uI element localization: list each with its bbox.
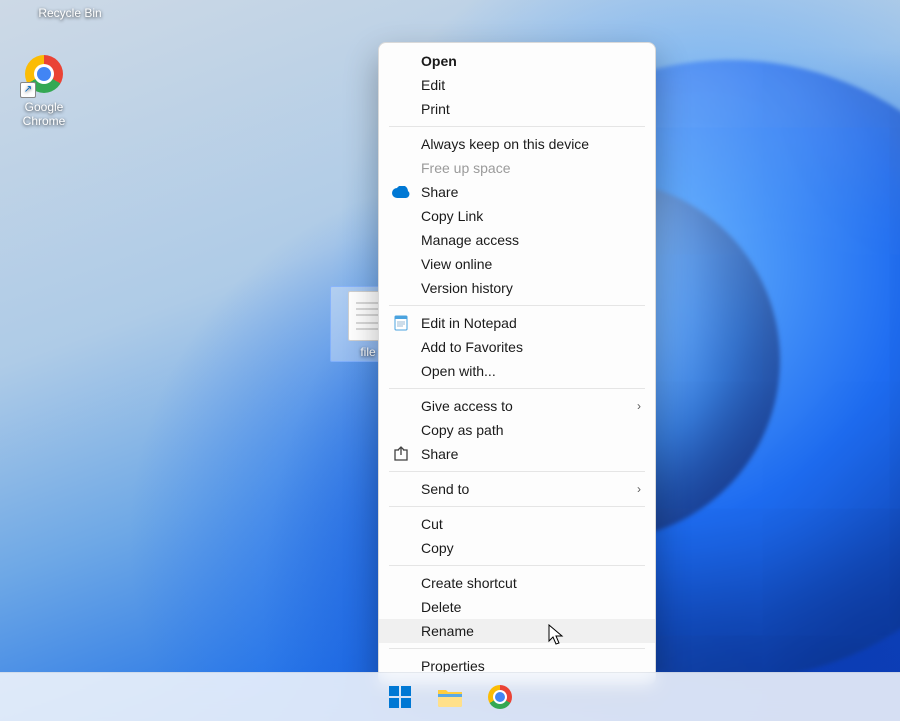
windows-logo-icon	[389, 686, 411, 708]
menu-item-open[interactable]: Open	[379, 49, 655, 73]
menu-item-label: Copy	[421, 540, 454, 556]
menu-item-edit-notepad[interactable]: Edit in Notepad	[379, 311, 655, 335]
menu-item-label: Delete	[421, 599, 461, 615]
menu-item-manage-access[interactable]: Manage access	[379, 228, 655, 252]
menu-separator	[389, 506, 645, 507]
desktop-icon-recycle-bin[interactable]: Recycle Bin	[32, 0, 108, 20]
menu-item-label: Send to	[421, 481, 469, 497]
menu-item-label: Cut	[421, 516, 443, 532]
menu-item-onedrive-share[interactable]: Share	[379, 180, 655, 204]
taskbar-chrome[interactable]	[480, 677, 520, 717]
menu-separator	[389, 388, 645, 389]
menu-item-free-up-space: Free up space	[379, 156, 655, 180]
menu-item-label: View online	[421, 256, 492, 272]
desktop-icon-label: Google Chrome	[6, 100, 82, 129]
menu-item-label: Free up space	[421, 160, 511, 176]
menu-item-label: Edit	[421, 77, 445, 93]
menu-item-copy-link[interactable]: Copy Link	[379, 204, 655, 228]
menu-separator	[389, 126, 645, 127]
menu-item-label: Version history	[421, 280, 513, 296]
menu-item-label: Give access to	[421, 398, 513, 414]
menu-item-label: Always keep on this device	[421, 136, 589, 152]
menu-item-edit[interactable]: Edit	[379, 73, 655, 97]
menu-item-delete[interactable]: Delete	[379, 595, 655, 619]
menu-item-view-online[interactable]: View online	[379, 252, 655, 276]
menu-item-open-with[interactable]: Open with...	[379, 359, 655, 383]
menu-item-label: Share	[421, 446, 458, 462]
chevron-right-icon: ›	[637, 482, 641, 496]
menu-item-label: Create shortcut	[421, 575, 517, 591]
menu-separator	[389, 648, 645, 649]
menu-item-add-favorites[interactable]: Add to Favorites	[379, 335, 655, 359]
menu-item-label: Add to Favorites	[421, 339, 523, 355]
desktop-icon-chrome[interactable]: ↗ Google Chrome	[6, 52, 82, 129]
share-icon	[391, 444, 411, 464]
menu-item-label: Open	[421, 53, 457, 69]
menu-item-create-shortcut[interactable]: Create shortcut	[379, 571, 655, 595]
onedrive-icon	[391, 182, 411, 202]
menu-separator	[389, 471, 645, 472]
taskbar-file-explorer[interactable]	[430, 677, 470, 717]
menu-item-system-share[interactable]: Share	[379, 442, 655, 466]
taskbar	[0, 672, 900, 721]
start-button[interactable]	[380, 677, 420, 717]
shortcut-overlay-icon: ↗	[20, 82, 36, 98]
menu-item-copy-as-path[interactable]: Copy as path	[379, 418, 655, 442]
menu-item-send-to[interactable]: Send to ›	[379, 477, 655, 501]
file-explorer-icon	[437, 686, 463, 708]
notepad-icon	[391, 313, 411, 333]
menu-item-label: Copy Link	[421, 208, 483, 224]
chevron-right-icon: ›	[637, 399, 641, 413]
recycle-bin-icon	[48, 0, 92, 2]
menu-item-version-history[interactable]: Version history	[379, 276, 655, 300]
menu-item-cut[interactable]: Cut	[379, 512, 655, 536]
menu-item-label: Rename	[421, 623, 474, 639]
menu-item-label: Open with...	[421, 363, 496, 379]
menu-item-give-access-to[interactable]: Give access to ›	[379, 394, 655, 418]
menu-separator	[389, 305, 645, 306]
menu-item-copy[interactable]: Copy	[379, 536, 655, 560]
context-menu: Open Edit Print Always keep on this devi…	[378, 42, 656, 685]
menu-item-label: Print	[421, 101, 450, 117]
menu-item-always-keep[interactable]: Always keep on this device	[379, 132, 655, 156]
desktop-icon-label: Recycle Bin	[32, 6, 108, 20]
menu-item-label: Copy as path	[421, 422, 504, 438]
menu-item-label: Share	[421, 184, 458, 200]
menu-item-rename[interactable]: Rename	[379, 619, 655, 643]
menu-item-label: Manage access	[421, 232, 519, 248]
menu-item-label: Edit in Notepad	[421, 315, 517, 331]
chrome-icon	[488, 685, 512, 709]
menu-item-print[interactable]: Print	[379, 97, 655, 121]
menu-separator	[389, 565, 645, 566]
